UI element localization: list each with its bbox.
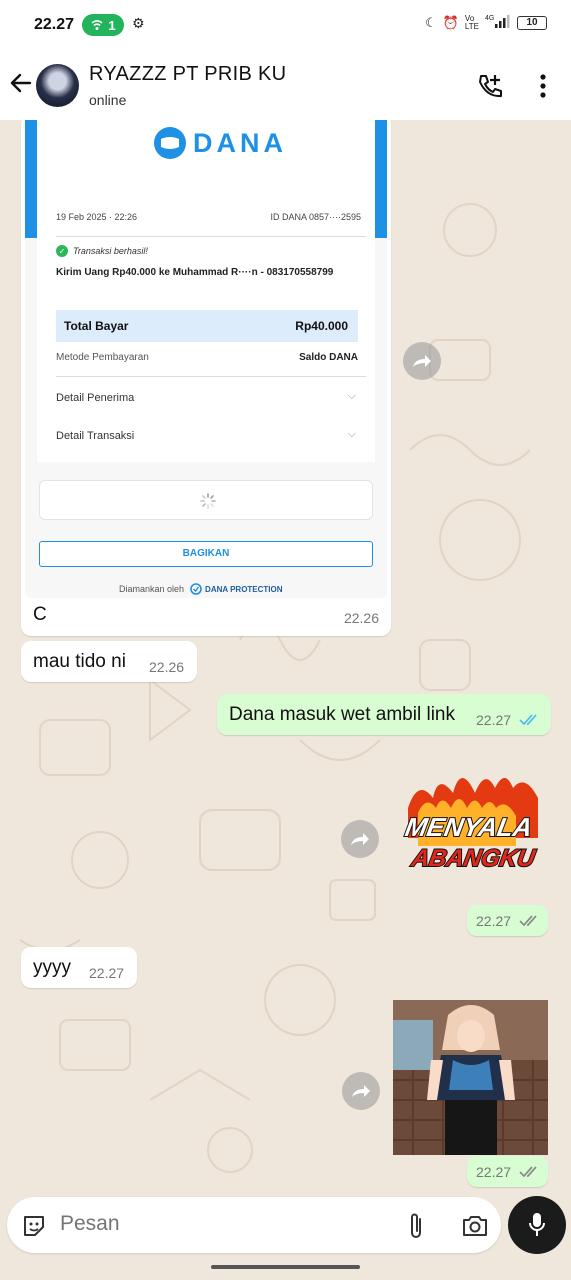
detail-transaction-label: Detail Transaksi: [56, 430, 135, 442]
double-check-icon: [519, 915, 537, 927]
more-vert-icon[interactable]: [535, 72, 551, 100]
detail-recipient-row: Detail Penerima ⌵: [56, 390, 358, 404]
message-bubble-incoming[interactable]: yyyy 22.27: [21, 947, 137, 988]
payment-method-label: Metode Pembayaran: [56, 352, 149, 363]
message-bubble-incoming[interactable]: DANA 19 Feb 2025 · 22:26 ID DANA 0857···…: [21, 114, 391, 636]
status-time: 22.27: [34, 16, 75, 33]
moon-icon: ☾: [425, 14, 437, 30]
double-check-icon: [519, 1166, 537, 1178]
receipt-total-row: Total Bayar Rp40.000: [56, 310, 358, 342]
status-icons: ☾ ⏰ Vo LTE 4G 10: [425, 14, 547, 31]
message-input-container[interactable]: [7, 1197, 501, 1253]
forward-button[interactable]: [342, 1072, 380, 1110]
receipt-card: DANA 19 Feb 2025 · 22:26 ID DANA 0857···…: [37, 120, 375, 462]
message-text: mau tido ni: [33, 651, 126, 672]
battery-level: 10: [526, 17, 538, 28]
receipt-blue-band: [25, 120, 37, 238]
message-time: 22.26: [149, 659, 185, 675]
payment-method-row: Metode Pembayaran Saldo DANA: [56, 352, 358, 363]
composer-bar: [0, 1195, 571, 1280]
total-label: Total Bayar: [64, 319, 129, 333]
message-time: 22.27: [476, 913, 512, 929]
alarm-icon: ⏰: [442, 14, 459, 30]
mic-button[interactable]: [508, 1196, 566, 1254]
hotspot-count: 1: [108, 17, 116, 33]
message-time: 22.26: [343, 610, 379, 626]
check-icon: ✓: [56, 245, 68, 257]
forward-icon: [413, 355, 431, 367]
message-input[interactable]: [60, 1212, 390, 1236]
dana-receipt-image[interactable]: DANA 19 Feb 2025 · 22:26 ID DANA 0857···…: [25, 120, 387, 598]
message-time: 22.27: [476, 712, 512, 728]
total-value: Rp40.000: [295, 319, 348, 333]
battery-icon: 10: [517, 15, 547, 30]
anime-character-image[interactable]: [393, 1000, 548, 1155]
share-button: BAGIKAN: [39, 541, 373, 567]
forward-button[interactable]: [403, 342, 441, 380]
spinner-icon: [200, 493, 216, 509]
message-time-pill: 22.27: [467, 905, 548, 936]
payment-method-value: Saldo DANA: [299, 352, 358, 363]
chat-header: RYAZZZ PT PRIB KU online: [0, 50, 571, 120]
double-check-read-icon: [519, 714, 537, 726]
dana-brand: DANA: [193, 127, 287, 158]
message-bubble-outgoing[interactable]: Dana masuk wet ambil link 22.27: [217, 694, 551, 735]
signal-icon: 4G: [485, 14, 511, 31]
message-text: yyyy: [33, 957, 71, 978]
microphone-icon: [529, 1213, 545, 1236]
network-type: 4G: [485, 15, 494, 22]
receipt-loading-box: [39, 480, 373, 520]
receipt-blue-band: [375, 120, 387, 238]
chevron-down-icon: ⌵: [347, 428, 356, 440]
chat-area[interactable]: DANA 19 Feb 2025 · 22:26 ID DANA 0857···…: [0, 114, 571, 1195]
shield-icon: [190, 583, 202, 595]
divider: [56, 376, 366, 377]
message-time: 22.27: [476, 1164, 512, 1180]
status-bar: 22.27 1 ⚙ ☾ ⏰ Vo LTE 4G 10: [0, 0, 571, 50]
detail-recipient-label: Detail Penerima: [56, 392, 135, 404]
dana-protection: DANA PROTECTION: [205, 584, 283, 594]
secured-by-label: Diamankan oleh: [119, 584, 185, 594]
forward-icon: [352, 1085, 370, 1097]
message-bubble-incoming[interactable]: mau tido ni 22.26: [21, 641, 197, 682]
forward-icon: [351, 833, 369, 845]
divider: [56, 236, 366, 237]
back-arrow-icon[interactable]: [10, 72, 32, 94]
forward-button[interactable]: [341, 820, 379, 858]
camera-icon[interactable]: [461, 1213, 489, 1239]
hotspot-badge: 1: [82, 14, 124, 36]
menyala-abangku-sticker[interactable]: MENYALA ABANGKU: [398, 768, 550, 883]
message-time-pill: 22.27: [467, 1156, 548, 1187]
message-time: 22.27: [89, 965, 125, 981]
chevron-down-icon: ⌵: [347, 390, 356, 402]
contact-status: online: [89, 92, 127, 108]
add-call-icon[interactable]: [476, 72, 504, 100]
receipt-success: ✓ Transaksi berhasil!: [56, 245, 148, 257]
receipt-dana-id: ID DANA 0857····2595: [270, 212, 361, 222]
volte-icon: Vo LTE: [464, 13, 479, 31]
dana-logo-icon: [154, 127, 186, 159]
receipt-success-text: Transaksi berhasil!: [73, 246, 148, 256]
receipt-date: 19 Feb 2025 · 22:26: [56, 212, 138, 222]
secured-by: Diamankan oleh DANA PROTECTION: [119, 583, 283, 595]
sticker-text-menyala: MENYALA: [403, 812, 535, 842]
hotspot-icon: [91, 20, 103, 30]
message-text: Dana masuk wet ambil link: [229, 704, 455, 725]
message-text: C: [33, 604, 47, 625]
avatar[interactable]: [36, 64, 79, 107]
gesture-nav-bar: [211, 1265, 360, 1269]
attach-icon[interactable]: [405, 1211, 427, 1241]
sticker-emoji-icon[interactable]: [21, 1213, 47, 1239]
sticker-text-abangku: ABANGKU: [409, 845, 538, 872]
dana-logo: DANA: [153, 126, 287, 160]
gear-icon: ⚙: [132, 15, 145, 31]
contact-name[interactable]: RYAZZZ PT PRIB KU: [89, 63, 286, 86]
receipt-description: Kirim Uang Rp40.000 ke Muhammad R····n -…: [56, 267, 334, 278]
detail-transaction-row: Detail Transaksi ⌵: [56, 428, 358, 442]
